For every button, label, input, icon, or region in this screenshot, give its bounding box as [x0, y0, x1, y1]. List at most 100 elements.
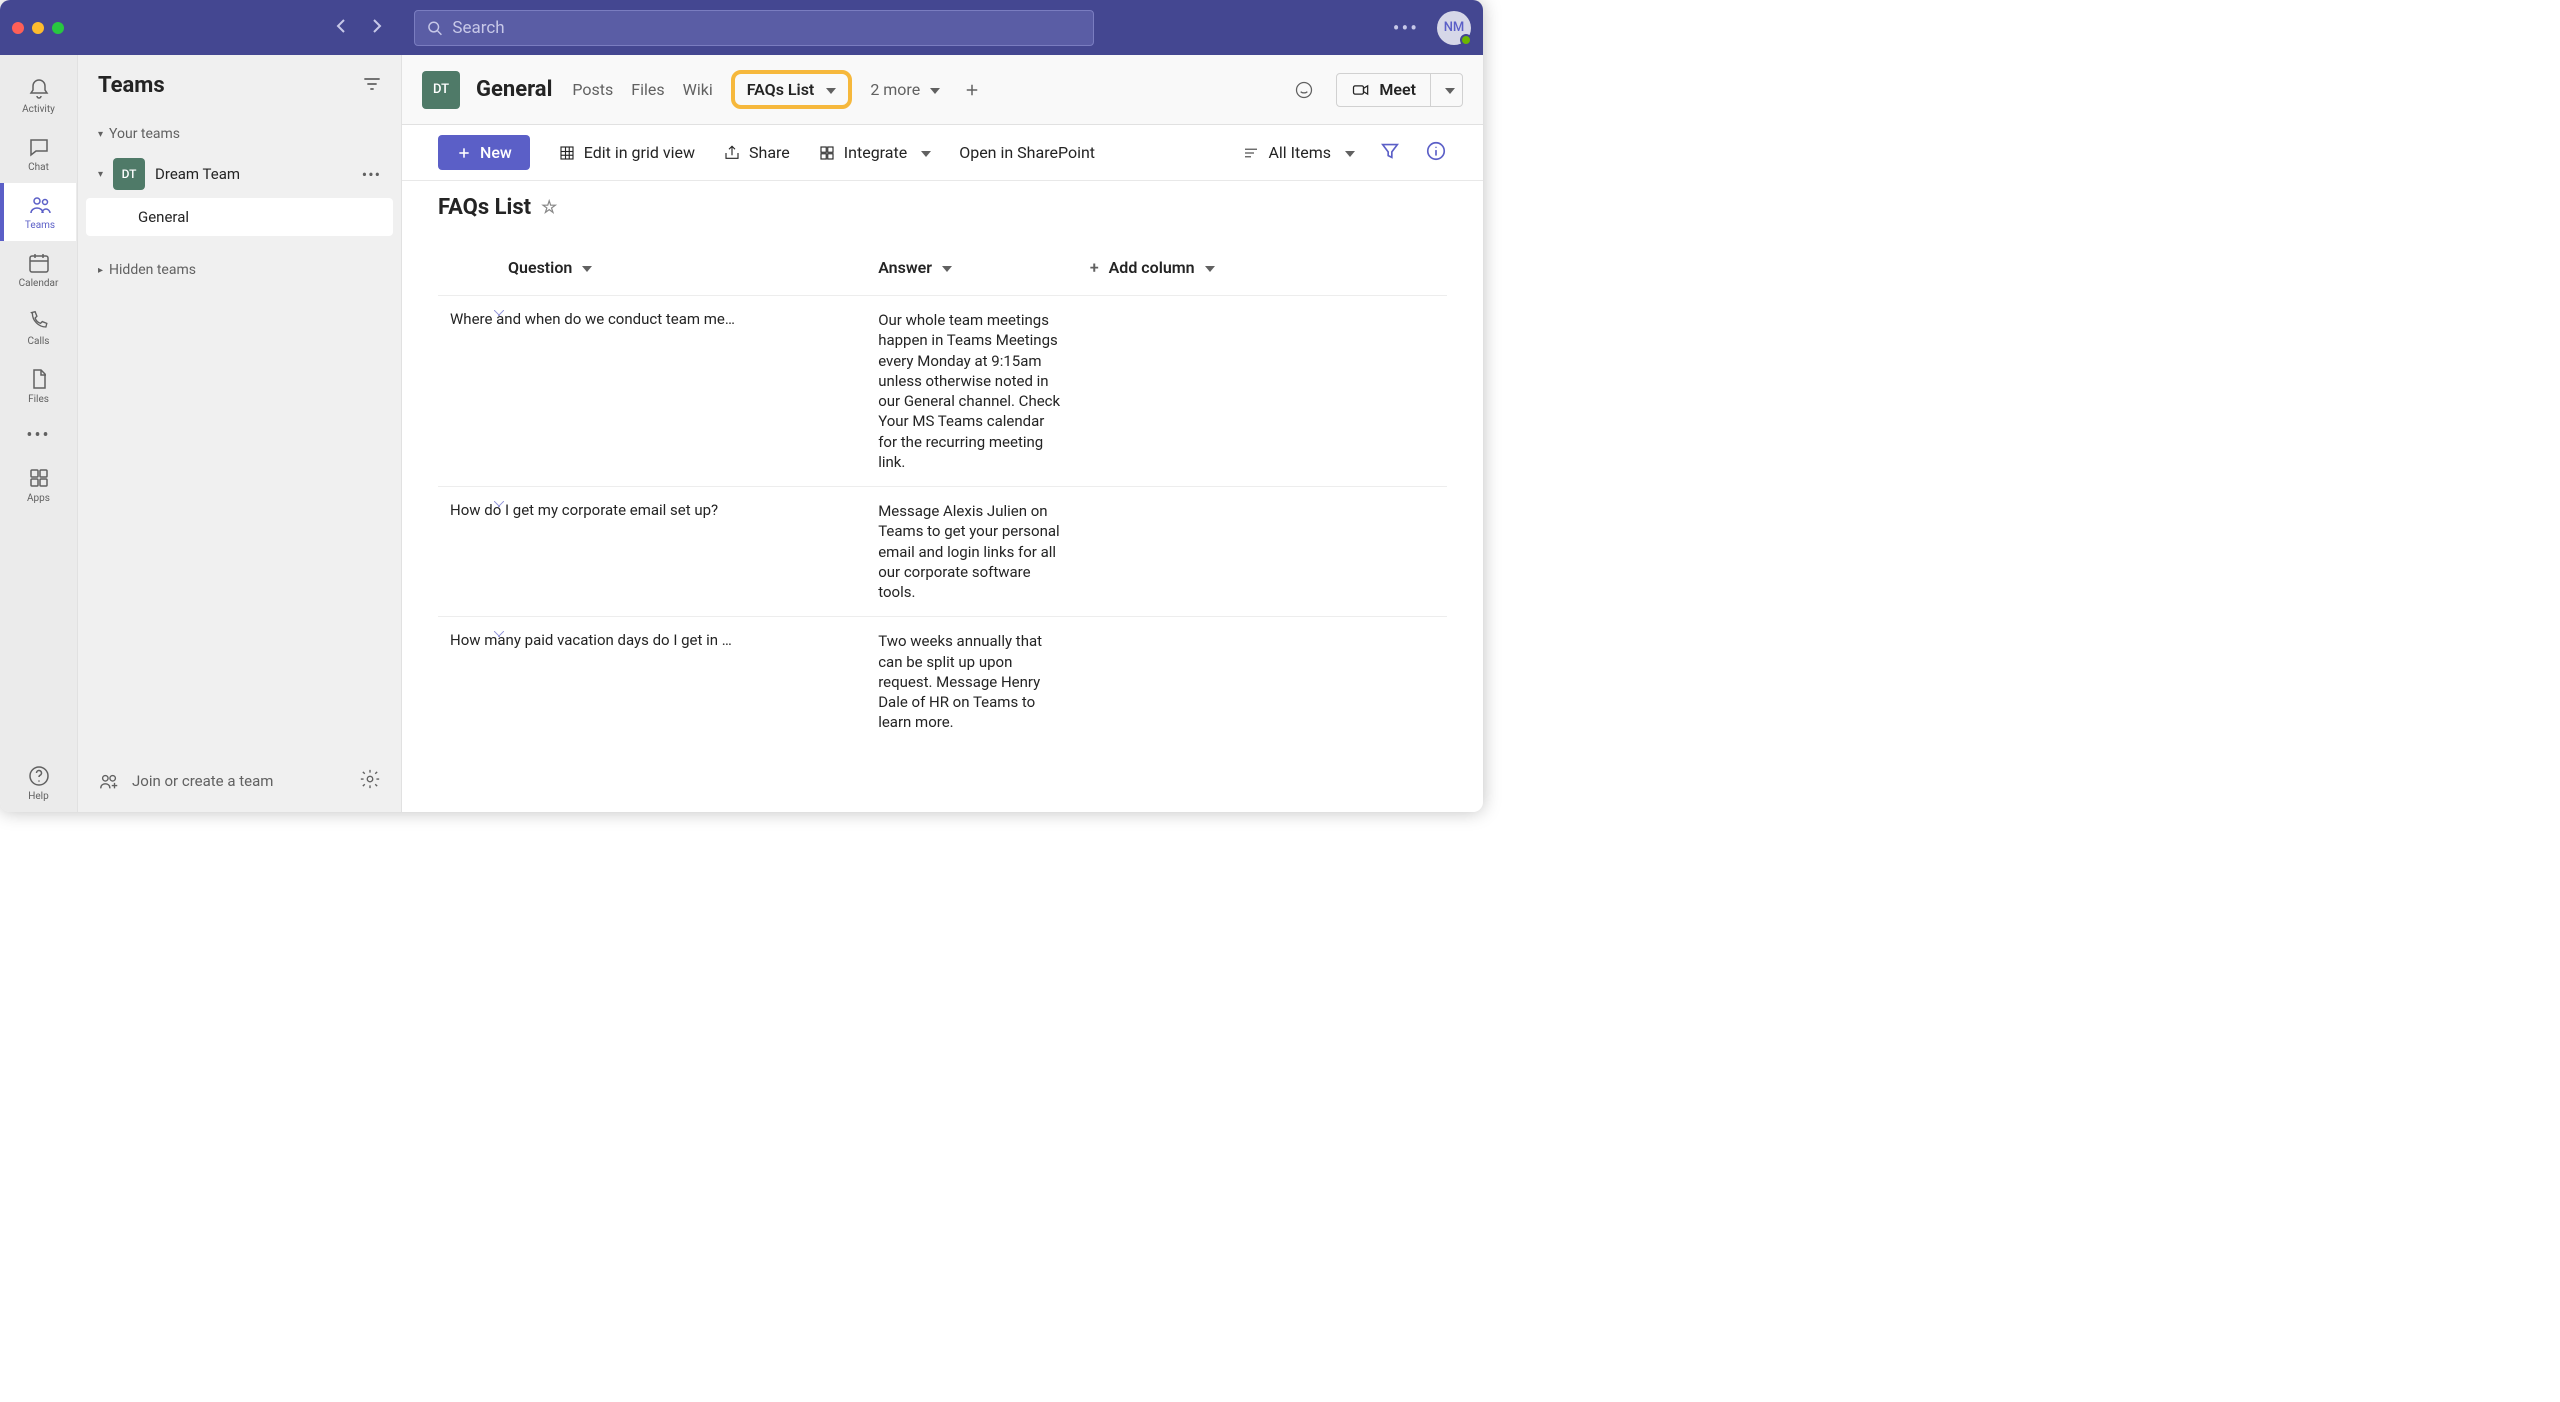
- rail-calls-label: Calls: [28, 336, 50, 347]
- tab-faqs-label: FAQs List: [747, 80, 815, 99]
- share-label: Share: [749, 143, 790, 162]
- nav-forward-icon[interactable]: [368, 18, 384, 38]
- join-create-team[interactable]: Join or create a team: [132, 772, 273, 790]
- question-cell[interactable]: How many paid vacation days do I get in …: [438, 617, 866, 747]
- chevron-down-icon: [1439, 80, 1455, 99]
- meet-button[interactable]: Meet: [1337, 74, 1430, 106]
- list-table-wrap: Question Answer + Add column: [402, 228, 1483, 767]
- chevron-down-icon: [820, 80, 836, 99]
- close-window-icon[interactable]: [12, 22, 24, 34]
- channel-general[interactable]: General: [86, 198, 393, 236]
- settings-more-icon[interactable]: •••: [1393, 16, 1419, 40]
- hidden-teams-label: Hidden teams: [109, 262, 196, 278]
- rail-teams[interactable]: Teams: [0, 183, 76, 241]
- caret-down-icon: ▾: [98, 129, 103, 140]
- channel-name: General: [476, 77, 552, 102]
- tab-wiki[interactable]: Wiki: [683, 76, 713, 103]
- user-avatar[interactable]: NM: [1437, 11, 1471, 45]
- tab-faqs-list[interactable]: FAQs List: [731, 70, 853, 109]
- tab-files[interactable]: Files: [631, 76, 664, 103]
- list-toolbar: New Edit in grid view Share Integrate Op…: [402, 125, 1483, 181]
- channel-header: DT General Posts Files Wiki FAQs List 2 …: [402, 55, 1483, 125]
- col-answer-label: Answer: [878, 258, 932, 277]
- table-row[interactable]: How many paid vacation days do I get in …: [438, 617, 1447, 747]
- answer-cell: Our whole team meetings happen in Teams …: [866, 296, 1078, 487]
- add-tab-button[interactable]: [958, 76, 986, 104]
- team-name: Dream Team: [155, 165, 240, 183]
- presence-available-icon: [1460, 34, 1472, 46]
- team-row-dream-team[interactable]: ▾ DT Dream Team •••: [86, 152, 393, 196]
- nav-back-icon[interactable]: [334, 18, 350, 38]
- list-title-row: FAQs List ☆: [402, 181, 1483, 228]
- table-row[interactable]: How do I get my corporate email set up? …: [438, 487, 1447, 617]
- window-controls: [12, 22, 64, 34]
- app-rail: Activity Chat Teams Calendar Calls Files: [0, 55, 78, 812]
- meet-dropdown[interactable]: [1430, 74, 1462, 106]
- rail-apps-label: Apps: [27, 493, 50, 504]
- channel-tabs: Posts Files Wiki FAQs List 2 more: [572, 70, 986, 109]
- team-more-icon[interactable]: •••: [362, 165, 381, 184]
- info-icon[interactable]: [1425, 140, 1447, 166]
- new-button[interactable]: New: [438, 135, 530, 170]
- edit-grid-label: Edit in grid view: [584, 143, 695, 162]
- nav-arrows: [334, 18, 384, 38]
- integrate-button[interactable]: Integrate: [818, 143, 931, 162]
- chevron-down-icon: [924, 80, 940, 99]
- join-team-icon: [98, 770, 120, 792]
- answer-cell: Message Alexis Julien on Teams to get yo…: [866, 487, 1078, 617]
- rail-more-icon[interactable]: •••: [26, 425, 50, 446]
- channel-conversation-icon[interactable]: [1286, 72, 1322, 108]
- sidebar-title: Teams: [98, 73, 165, 98]
- edit-grid-button[interactable]: Edit in grid view: [558, 143, 695, 162]
- chevron-down-icon: [1339, 143, 1355, 162]
- rail-chat[interactable]: Chat: [4, 125, 74, 183]
- filter-icon[interactable]: [363, 75, 381, 97]
- favorite-star-icon[interactable]: ☆: [541, 197, 557, 218]
- view-selector[interactable]: All Items: [1242, 143, 1355, 162]
- main-content: DT General Posts Files Wiki FAQs List 2 …: [402, 55, 1483, 812]
- team-badge: DT: [113, 158, 145, 190]
- chevron-down-icon: [936, 258, 952, 277]
- hidden-teams-group[interactable]: ▸ Hidden teams: [86, 254, 393, 286]
- question-cell[interactable]: Where and when do we conduct team me…: [438, 296, 866, 487]
- rail-files[interactable]: Files: [4, 357, 74, 415]
- col-answer[interactable]: Answer: [866, 248, 1078, 296]
- maximize-window-icon[interactable]: [52, 22, 64, 34]
- rail-activity[interactable]: Activity: [4, 67, 74, 125]
- rail-calendar[interactable]: Calendar: [4, 241, 74, 299]
- meet-label: Meet: [1379, 80, 1416, 99]
- add-column[interactable]: + Add column: [1078, 248, 1447, 296]
- caret-right-icon: ▸: [98, 265, 103, 276]
- faqs-table: Question Answer + Add column: [438, 248, 1447, 747]
- video-icon: [1351, 80, 1371, 100]
- tab-posts[interactable]: Posts: [572, 76, 613, 103]
- channel-badge: DT: [422, 71, 460, 109]
- rail-files-label: Files: [28, 394, 49, 405]
- tabs-more[interactable]: 2 more: [870, 80, 940, 99]
- rail-calls[interactable]: Calls: [4, 299, 74, 357]
- chevron-down-icon: [576, 258, 592, 277]
- view-label: All Items: [1268, 143, 1331, 162]
- col-question[interactable]: Question: [438, 248, 866, 296]
- open-sharepoint-button[interactable]: Open in SharePoint: [959, 143, 1095, 162]
- search-box[interactable]: [414, 10, 1094, 46]
- rail-help[interactable]: Help: [4, 754, 74, 812]
- rail-activity-label: Activity: [22, 104, 55, 115]
- table-row[interactable]: Where and when do we conduct team me… Ou…: [438, 296, 1447, 487]
- search-icon: [427, 20, 442, 36]
- avatar-initials: NM: [1444, 20, 1465, 35]
- plus-icon: +: [1090, 258, 1099, 277]
- new-label: New: [480, 143, 512, 162]
- chevron-down-icon: [915, 143, 931, 162]
- col-question-label: Question: [508, 258, 572, 277]
- question-cell[interactable]: How do I get my corporate email set up?: [438, 487, 866, 617]
- rail-apps[interactable]: Apps: [4, 456, 74, 514]
- chevron-down-icon: [1199, 258, 1215, 277]
- share-button[interactable]: Share: [723, 143, 790, 162]
- search-input[interactable]: [452, 18, 1081, 38]
- filter-icon[interactable]: [1379, 140, 1401, 166]
- manage-teams-settings-icon[interactable]: [359, 768, 381, 794]
- rail-chat-label: Chat: [28, 162, 49, 173]
- minimize-window-icon[interactable]: [32, 22, 44, 34]
- your-teams-group[interactable]: ▾ Your teams: [86, 118, 393, 150]
